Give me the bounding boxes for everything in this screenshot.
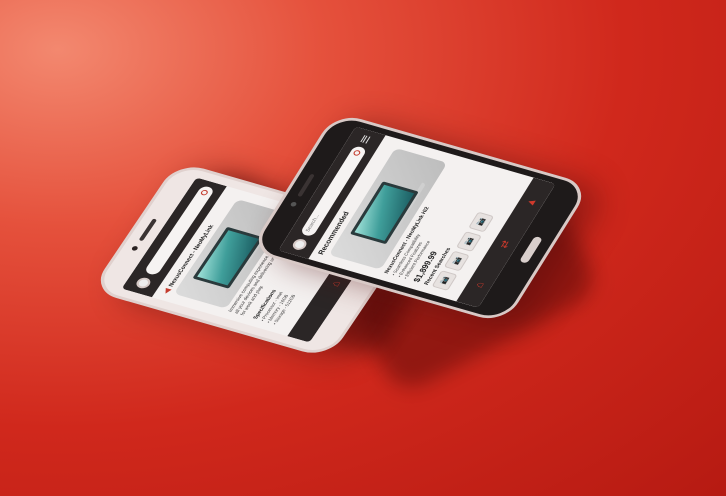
app-logo[interactable] (133, 276, 153, 290)
search-icon[interactable] (199, 189, 210, 196)
front-phone-camera (289, 201, 298, 208)
menu-icon[interactable] (360, 135, 371, 144)
back-arrow-icon[interactable]: ◀ (162, 288, 172, 294)
home-button[interactable] (519, 235, 543, 264)
home-icon[interactable]: ⌂ (329, 280, 343, 288)
swap-icon[interactable]: ⇄ (497, 239, 512, 249)
home-icon[interactable]: ⌂ (473, 281, 487, 289)
back-phone-camera (130, 245, 139, 252)
front-phone-speaker (297, 173, 315, 197)
cart-icon[interactable]: ▲ (523, 196, 539, 208)
app-logo[interactable] (290, 237, 309, 252)
